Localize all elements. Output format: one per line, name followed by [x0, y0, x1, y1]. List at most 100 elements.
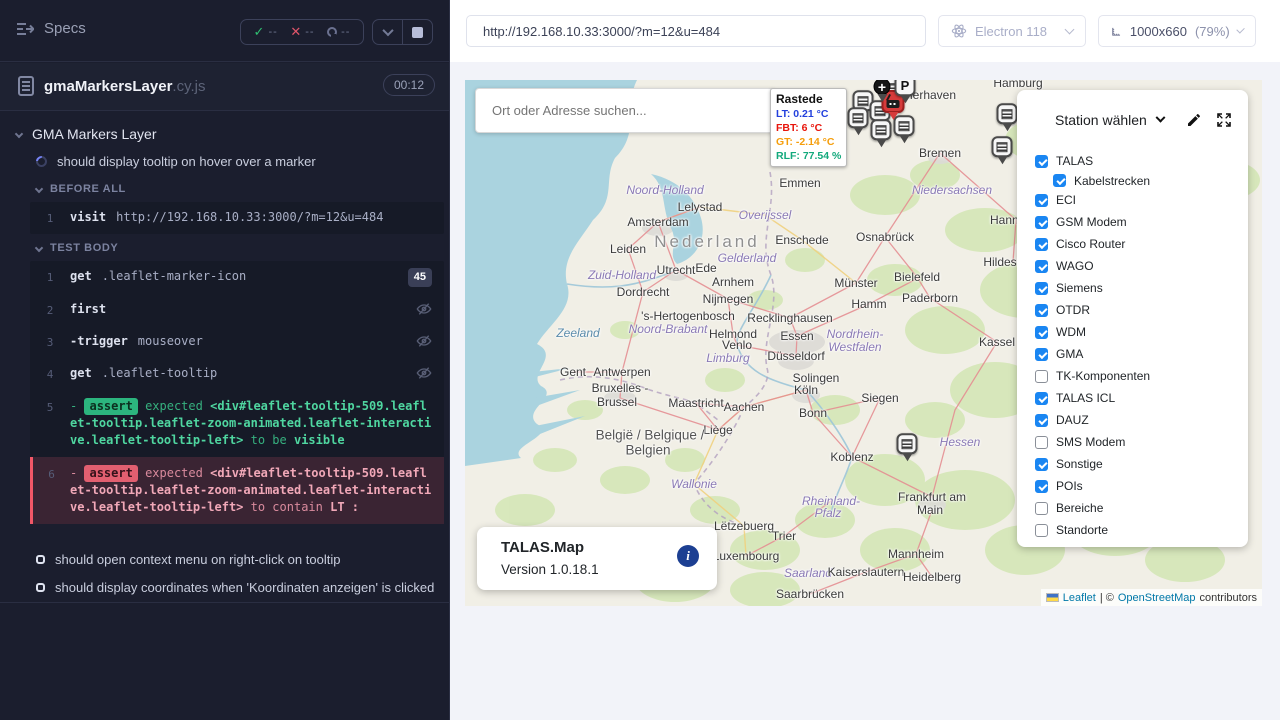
checkbox[interactable] [1035, 155, 1048, 168]
checkbox[interactable] [1035, 348, 1048, 361]
map-search-input[interactable] [475, 88, 775, 133]
osm-link[interactable]: OpenStreetMap [1118, 592, 1196, 604]
checkbox[interactable] [1035, 414, 1048, 427]
marker-glyph [853, 113, 864, 123]
station-type-row[interactable]: DAUZ [1035, 409, 1240, 431]
active-test-title[interactable]: should display tooltip on hover over a m… [36, 154, 316, 169]
chevron-down-icon [35, 185, 43, 193]
command-method: -trigger [70, 334, 128, 348]
map-marker-pin[interactable]: + [874, 80, 891, 102]
command-number: 3 [30, 333, 70, 351]
command-row-trigger[interactable]: 3 -trigger mouseover [30, 326, 444, 358]
reporter-header: Specs ✓-- ✕-- -- [0, 0, 449, 62]
checkbox[interactable] [1035, 436, 1048, 449]
station-type-row[interactable]: GMA [1035, 343, 1240, 365]
checkbox[interactable] [1053, 174, 1066, 187]
checkbox[interactable] [1035, 282, 1048, 295]
map-marker-pin[interactable] [997, 103, 1018, 131]
command-method: get [70, 366, 92, 380]
station-type-row[interactable]: Cisco Router [1035, 233, 1240, 255]
passed-check-icon: ✓ [254, 24, 265, 40]
test-body-label: TEST BODY [50, 242, 118, 254]
station-select-dropdown[interactable]: Station wählen [1055, 112, 1164, 128]
test-body-section[interactable]: TEST BODY [36, 242, 118, 254]
station-type-row[interactable]: WAGO [1035, 255, 1240, 277]
map-marker-pin[interactable] [897, 433, 918, 461]
test-stats: ✓-- ✕-- -- [240, 19, 364, 45]
station-type-row[interactable]: TALAS [1035, 150, 1240, 172]
url-input[interactable] [466, 15, 926, 47]
assert-failed-row[interactable]: 6 - assert expected <div#leaflet-tooltip… [30, 457, 444, 524]
checkbox[interactable] [1035, 480, 1048, 493]
suite-title[interactable]: GMA Markers Layer [16, 126, 156, 142]
station-type-row[interactable]: GSM Modem [1035, 211, 1240, 233]
pending-test-row[interactable]: should open context menu on right-click … [36, 552, 436, 567]
collapse-tests-button[interactable] [373, 20, 402, 44]
browser-selector[interactable]: Electron 118 [938, 15, 1086, 47]
command-row-first[interactable]: 2 first [30, 294, 444, 326]
station-type-row[interactable]: Sonstige [1035, 453, 1240, 475]
viewport-size-selector[interactable]: 1000x660 (79%) [1098, 15, 1256, 47]
edit-pencil-icon[interactable] [1186, 112, 1202, 128]
command-message: .leaflet-marker-icon [102, 269, 247, 283]
checkbox[interactable] [1035, 502, 1048, 515]
checkbox[interactable] [1035, 260, 1048, 273]
spec-file-row[interactable]: gmaMarkersLayer.cy.js 00:12 [0, 63, 449, 111]
station-type-row[interactable]: POIs [1035, 475, 1240, 497]
station-type-row[interactable]: TALAS ICL [1035, 387, 1240, 409]
attribution-suffix: contributors [1200, 592, 1257, 604]
command-row-visit[interactable]: 1 visithttp://192.168.10.33:3000/?m=12&u… [30, 202, 444, 234]
leaflet-link[interactable]: Leaflet [1063, 592, 1096, 604]
map-marker-pin[interactable]: P [895, 80, 916, 103]
station-type-row[interactable]: TK-Komponenten [1035, 365, 1240, 387]
expand-fullscreen-icon[interactable] [1216, 112, 1232, 128]
info-icon[interactable]: i [677, 545, 699, 567]
assert-passed-row[interactable]: 5 - assert expected <div#leaflet-tooltip… [30, 390, 444, 457]
before-all-section[interactable]: BEFORE ALL [36, 183, 126, 195]
specs-menu-button[interactable]: Specs [16, 20, 86, 37]
command-number: 6 [33, 465, 70, 483]
station-type-row[interactable]: Bereiche [1035, 497, 1240, 519]
chevron-down-icon [1065, 25, 1075, 35]
checkbox[interactable] [1035, 458, 1048, 471]
station-type-row[interactable]: ECI [1035, 189, 1240, 211]
checkbox[interactable] [1035, 304, 1048, 317]
checkbox[interactable] [1035, 238, 1048, 251]
stop-run-button[interactable] [402, 20, 432, 44]
marker-tail [902, 453, 912, 461]
station-type-row[interactable]: Standorte [1035, 519, 1240, 541]
map-marker-pin[interactable] [992, 136, 1013, 164]
map-marker-pin[interactable] [848, 107, 869, 135]
test-body-commands: 1 get.leaflet-marker-icon 45 2 first 3 -… [30, 261, 444, 524]
leaflet-map[interactable]: HamburgBremerhavenFryslânBremenEmmenNied… [465, 80, 1262, 606]
map-marker-pin[interactable] [871, 119, 892, 147]
command-message: mouseover [138, 334, 203, 348]
hidden-element-icon [416, 365, 432, 381]
checkbox[interactable] [1035, 524, 1048, 537]
pending-test-row[interactable]: should display coordinates when 'Koordin… [36, 580, 436, 595]
checkbox[interactable] [1035, 194, 1048, 207]
checkbox-label: Siemens [1056, 281, 1103, 295]
app-version: Version 1.0.18.1 [501, 562, 599, 577]
command-row-get-tooltip[interactable]: 4 get.leaflet-tooltip [30, 358, 444, 390]
marker-tail [876, 139, 886, 147]
run-controls [372, 19, 433, 45]
spec-file-ext: .cy.js [172, 78, 205, 95]
checkbox[interactable] [1035, 392, 1048, 405]
checkbox[interactable] [1035, 216, 1048, 229]
station-tooltip[interactable]: Rastede LT: 0.21 °CFBT: 6 °CGT: -2.14 °C… [770, 88, 847, 167]
station-type-row[interactable]: OTDR [1035, 299, 1240, 321]
checkbox[interactable] [1035, 326, 1048, 339]
station-type-row[interactable]: WDM [1035, 321, 1240, 343]
browser-bar: Electron 118 1000x660 (79%) [450, 0, 1280, 62]
station-type-row[interactable]: SMS Modem [1035, 431, 1240, 453]
before-all-commands: 1 visithttp://192.168.10.33:3000/?m=12&u… [30, 202, 444, 234]
marker-head [997, 103, 1018, 124]
station-type-row[interactable]: Kabelstrecken [1053, 172, 1240, 189]
suite-title-label: GMA Markers Layer [32, 126, 156, 142]
command-row-get[interactable]: 1 get.leaflet-marker-icon 45 [30, 261, 444, 294]
marker-head: + [874, 80, 891, 95]
command-method: visit [70, 210, 106, 224]
station-type-row[interactable]: Siemens [1035, 277, 1240, 299]
checkbox[interactable] [1035, 370, 1048, 383]
